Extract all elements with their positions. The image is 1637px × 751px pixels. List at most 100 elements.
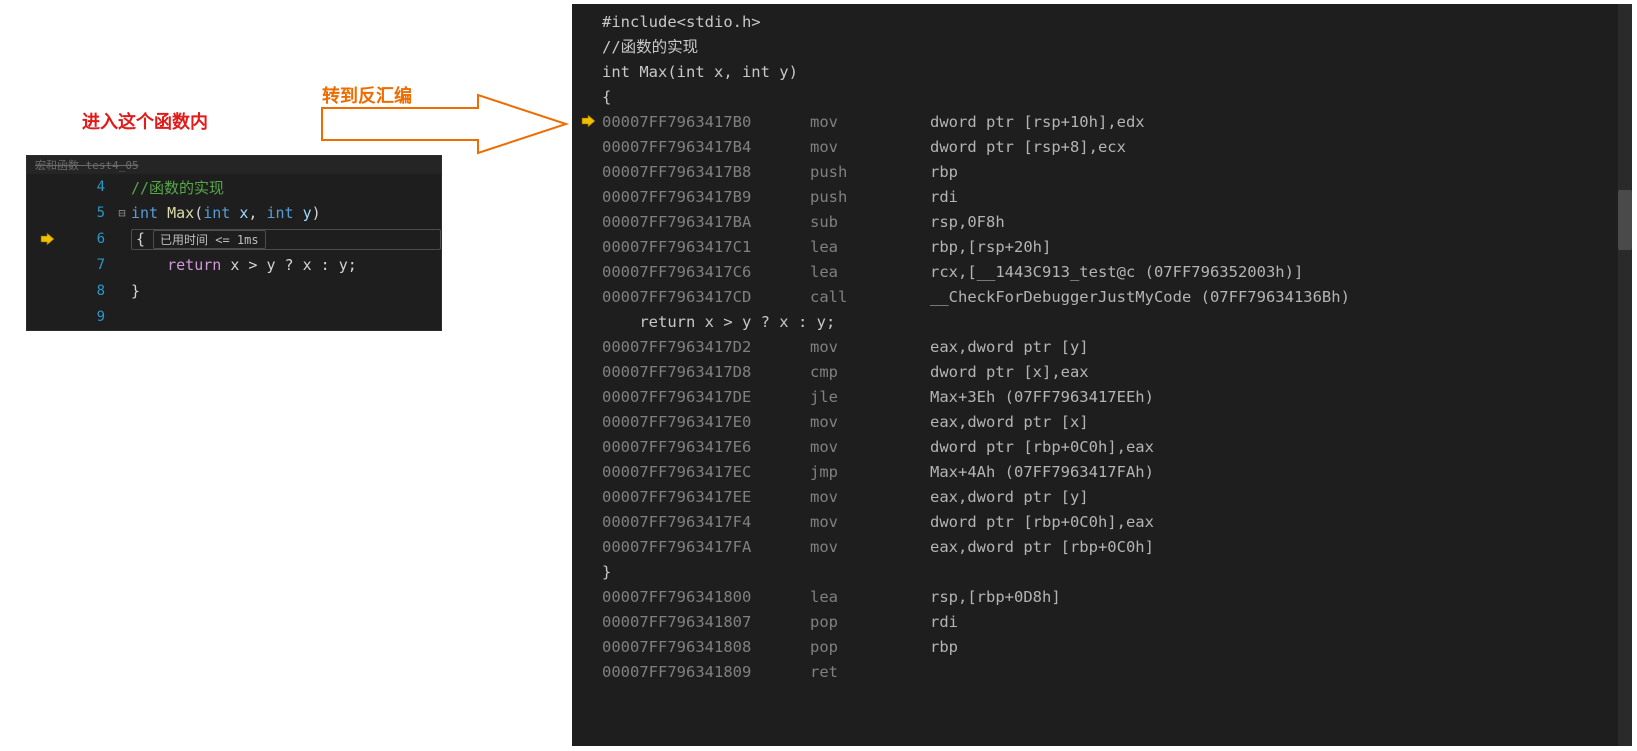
asm-line[interactable]: 00007FF7963417C6learcx,[__1443C913_test@… — [602, 260, 1632, 285]
code-keyword: int — [131, 204, 167, 222]
fold-toggle-icon[interactable]: ⊟ — [113, 206, 131, 220]
asm-args: eax,dword ptr [rbp+0C0h] — [930, 535, 1632, 560]
asm-line[interactable]: 00007FF796341800learsp,[rbp+0D8h] — [602, 585, 1632, 610]
asm-op: mov — [810, 435, 930, 460]
code-line[interactable]: 4 //函数的实现 — [27, 174, 441, 200]
asm-line[interactable]: 00007FF796341809ret — [602, 660, 1632, 685]
scrollbar[interactable] — [1618, 4, 1632, 746]
asm-addr: 00007FF7963417EC — [602, 460, 810, 485]
asm-args: rsp,0F8h — [930, 210, 1632, 235]
asm-args: Max+4Ah (07FF7963417FAh) — [930, 460, 1632, 485]
line-number: 9 — [67, 309, 113, 325]
code-keyword: return — [167, 256, 230, 274]
line-number: 8 — [67, 283, 113, 299]
asm-addr: 00007FF7963417B0 — [602, 110, 810, 135]
asm-op: sub — [810, 210, 930, 235]
asm-line[interactable]: 00007FF7963417E6movdword ptr [rbp+0C0h],… — [602, 435, 1632, 460]
asm-op: mov — [810, 485, 930, 510]
asm-line[interactable]: 00007FF7963417BAsubrsp,0F8h — [602, 210, 1632, 235]
asm-line[interactable]: 00007FF796341808poprbp — [602, 635, 1632, 660]
code-punc: } — [131, 282, 140, 300]
asm-args: rbp,[rsp+20h] — [930, 235, 1632, 260]
code-keyword: int — [266, 204, 302, 222]
asm-op: jmp — [810, 460, 930, 485]
code-function: Max — [167, 204, 194, 222]
annotation-goto-disassembly: 转到反汇编 — [322, 82, 412, 108]
asm-op: mov — [810, 535, 930, 560]
asm-line[interactable]: 00007FF7963417B9pushrdi — [602, 185, 1632, 210]
timing-pill: 已用时间 <= 1ms — [153, 230, 266, 249]
asm-args: rsp,[rbp+0D8h] — [930, 585, 1632, 610]
asm-line[interactable]: 00007FF7963417C1learbp,[rsp+20h] — [602, 235, 1632, 260]
disassembly-view[interactable]: #include<stdio.h> //函数的实现 int Max(int x,… — [572, 4, 1632, 746]
scrollbar-thumb[interactable] — [1618, 190, 1632, 250]
annotation-enter-function: 进入这个函数内 — [82, 108, 208, 134]
asm-args: eax,dword ptr [y] — [930, 335, 1632, 360]
asm-op: mov — [810, 110, 930, 135]
asm-line[interactable]: 00007FF7963417E0moveax,dword ptr [x] — [602, 410, 1632, 435]
asm-op: push — [810, 160, 930, 185]
code-comment: //函数的实现 — [131, 179, 224, 197]
asm-addr: 00007FF7963417BA — [602, 210, 810, 235]
asm-args: dword ptr [rbp+0C0h],eax — [930, 435, 1632, 460]
asm-args: rdi — [930, 185, 1632, 210]
line-number: 4 — [67, 179, 113, 195]
code-line[interactable]: 5 ⊟ int Max(int x, int y) — [27, 200, 441, 226]
asm-addr: 00007FF7963417FA — [602, 535, 810, 560]
asm-args: dword ptr [rsp+10h],edx — [930, 110, 1632, 135]
asm-args: dword ptr [rbp+0C0h],eax — [930, 510, 1632, 535]
asm-line[interactable]: 00007FF7963417B8pushrbp — [602, 160, 1632, 185]
current-line-arrow-icon — [39, 232, 55, 246]
asm-addr: 00007FF7963417E0 — [602, 410, 810, 435]
asm-args: eax,dword ptr [y] — [930, 485, 1632, 510]
asm-addr: 00007FF7963417C6 — [602, 260, 810, 285]
line-number: 5 — [67, 205, 113, 221]
code-line-current[interactable]: 6 {已用时间 <= 1ms — [27, 226, 441, 252]
asm-line[interactable]: 00007FF7963417D2moveax,dword ptr [y] — [602, 335, 1632, 360]
source-editor[interactable]: 宏和函数 test4_05 4 //函数的实现 5 ⊟ int Max(int … — [26, 155, 442, 331]
asm-addr: 00007FF7963417DE — [602, 385, 810, 410]
code-line[interactable]: 8 } — [27, 278, 441, 304]
asm-line[interactable]: 00007FF7963417DEjleMax+3Eh (07FF7963417E… — [602, 385, 1632, 410]
asm-op: ret — [810, 660, 930, 685]
asm-args: eax,dword ptr [x] — [930, 410, 1632, 435]
asm-op: mov — [810, 410, 930, 435]
asm-addr: 00007FF7963417E6 — [602, 435, 810, 460]
code-punc: , — [248, 204, 266, 222]
editor-tab-title: 宏和函数 test4_05 — [35, 157, 139, 173]
asm-op: lea — [810, 260, 930, 285]
code-line[interactable]: 9 — [27, 304, 441, 330]
asm-line[interactable]: 00007FF7963417CDcall__CheckForDebuggerJu… — [602, 285, 1632, 310]
asm-addr: 00007FF7963417F4 — [602, 510, 810, 535]
asm-line[interactable]: 00007FF7963417B4movdword ptr [rsp+8],ecx — [602, 135, 1632, 160]
asm-op: mov — [810, 135, 930, 160]
asm-args: Max+3Eh (07FF7963417EEh) — [930, 385, 1632, 410]
asm-op: lea — [810, 585, 930, 610]
asm-addr: 00007FF7963417D8 — [602, 360, 810, 385]
code-expr: x > y ? x : y; — [230, 256, 356, 274]
code-line[interactable]: 7 return x > y ? x : y; — [27, 252, 441, 278]
asm-line[interactable]: 00007FF7963417D8cmpdword ptr [x],eax — [602, 360, 1632, 385]
asm-args: rdi — [930, 610, 1632, 635]
asm-line[interactable]: 00007FF7963417FAmoveax,dword ptr [rbp+0C… — [602, 535, 1632, 560]
line-number: 6 — [67, 231, 113, 247]
asm-args: rbp — [930, 160, 1632, 185]
asm-line[interactable]: 00007FF796341807poprdi — [602, 610, 1632, 635]
asm-addr: 00007FF7963417B9 — [602, 185, 810, 210]
asm-line[interactable]: 00007FF7963417F4movdword ptr [rbp+0C0h],… — [602, 510, 1632, 535]
editor-tabbar[interactable]: 宏和函数 test4_05 — [27, 156, 441, 174]
asm-line[interactable]: 00007FF7963417ECjmpMax+4Ah (07FF7963417F… — [602, 460, 1632, 485]
asm-args: dword ptr [x],eax — [930, 360, 1632, 385]
asm-op: cmp — [810, 360, 930, 385]
asm-args: rbp — [930, 635, 1632, 660]
code-punc: ) — [312, 204, 321, 222]
asm-addr: 00007FF7963417B4 — [602, 135, 810, 160]
asm-addr: 00007FF796341807 — [602, 610, 810, 635]
current-instruction-arrow-icon — [580, 114, 596, 128]
asm-line[interactable]: 00007FF7963417EEmoveax,dword ptr [y] — [602, 485, 1632, 510]
src-comment: //函数的实现 — [602, 35, 1632, 60]
asm-op: push — [810, 185, 930, 210]
asm-addr: 00007FF7963417CD — [602, 285, 810, 310]
asm-addr: 00007FF796341800 — [602, 585, 810, 610]
asm-line-current[interactable]: 00007FF7963417B0movdword ptr [rsp+10h],e… — [602, 110, 1632, 135]
